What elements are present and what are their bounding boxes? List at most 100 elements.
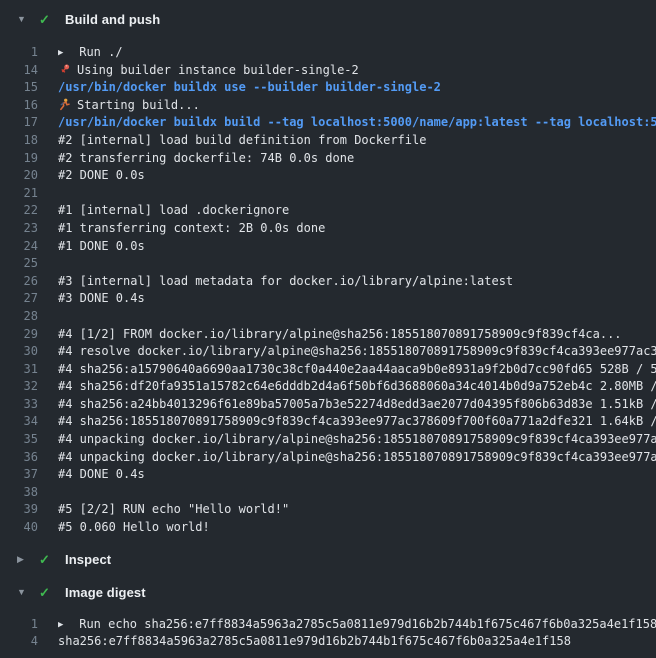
section-title: Build and push	[65, 12, 160, 27]
line-number[interactable]: 27	[0, 290, 38, 308]
log-text: #4 resolve docker.io/library/alpine@sha2…	[38, 343, 656, 361]
line-number[interactable]: 18	[0, 132, 38, 150]
log-text	[38, 185, 656, 203]
success-check-icon: ✓	[39, 13, 53, 26]
log-line: 21	[0, 185, 656, 203]
log-line: 35#4 unpacking docker.io/library/alpine@…	[0, 431, 656, 449]
log-line: 1▶ Run echo sha256:e7ff8834a5963a2785c5a…	[0, 616, 656, 634]
log-text: #4 unpacking docker.io/library/alpine@sh…	[38, 431, 656, 449]
log-text	[38, 308, 656, 326]
log-line: 31#4 sha256:a15790640a6690aa1730c38cf0a4…	[0, 361, 656, 379]
line-number[interactable]: 40	[0, 519, 38, 537]
log-text: /usr/bin/docker buildx build --tag local…	[38, 114, 656, 132]
log-line: 40#5 0.060 Hello world!	[0, 519, 656, 537]
line-number[interactable]: 14	[0, 62, 38, 80]
log-line: 29#4 [1/2] FROM docker.io/library/alpine…	[0, 326, 656, 344]
line-number[interactable]: 31	[0, 361, 38, 379]
line-number[interactable]: 26	[0, 273, 38, 291]
run-arrow-icon: ▶	[58, 45, 72, 62]
log-text: #3 [internal] load metadata for docker.i…	[38, 273, 656, 291]
line-number[interactable]: 39	[0, 501, 38, 519]
log-text: #5 [2/2] RUN echo "Hello world!"	[38, 501, 656, 519]
line-number[interactable]: 24	[0, 238, 38, 256]
log-lines: 1▶ Run echo sha256:e7ff8834a5963a2785c5a…	[0, 616, 656, 651]
success-check-icon: ✓	[39, 553, 53, 566]
log-line: 36#4 unpacking docker.io/library/alpine@…	[0, 449, 656, 467]
log-text: /usr/bin/docker buildx use --builder bui…	[38, 79, 656, 97]
line-number[interactable]: 21	[0, 185, 38, 203]
line-number[interactable]: 35	[0, 431, 38, 449]
line-number[interactable]: 37	[0, 466, 38, 484]
line-number[interactable]: 23	[0, 220, 38, 238]
chevron-down-icon[interactable]: ▼	[17, 588, 27, 597]
line-number[interactable]: 16	[0, 97, 38, 115]
log-text: Starting build...	[38, 97, 656, 115]
line-number[interactable]: 38	[0, 484, 38, 502]
log-text: Using builder instance builder-single-2	[38, 62, 656, 80]
runner-icon	[58, 98, 72, 111]
log-line: 38	[0, 484, 656, 502]
line-number[interactable]: 4	[0, 633, 38, 651]
line-number[interactable]: 30	[0, 343, 38, 361]
chevron-right-icon[interactable]: ▶	[17, 555, 27, 564]
log-line: 25	[0, 255, 656, 273]
line-number[interactable]: 1	[0, 616, 38, 634]
log-text: #4 sha256:a24bb4013296f61e89ba57005a7b3e…	[38, 396, 656, 414]
success-check-icon: ✓	[39, 586, 53, 599]
workflow-log-viewer: ▼✓Build and push1▶ Run ./14Using builder…	[0, 0, 656, 651]
log-line: 14Using builder instance builder-single-…	[0, 62, 656, 80]
log-line: 1▶ Run ./	[0, 44, 656, 62]
log-line: 19#2 transferring dockerfile: 74B 0.0s d…	[0, 150, 656, 168]
log-text: ▶ Run echo sha256:e7ff8834a5963a2785c5a0…	[38, 616, 656, 634]
line-number[interactable]: 34	[0, 413, 38, 431]
log-text: ▶ Run ./	[38, 44, 656, 62]
log-line: 34#4 sha256:185518070891758909c9f839cf4c…	[0, 413, 656, 431]
log-line: 15/usr/bin/docker buildx use --builder b…	[0, 79, 656, 97]
section-header[interactable]: ▼ ✓ Build and push	[0, 10, 656, 28]
log-text: #2 transferring dockerfile: 74B 0.0s don…	[38, 150, 656, 168]
run-arrow-icon: ▶	[58, 617, 72, 634]
log-text: #4 sha256:a15790640a6690aa1730c38cf0a440…	[38, 361, 656, 379]
log-text: #4 unpacking docker.io/library/alpine@sh…	[38, 449, 656, 467]
log-line: 26#3 [internal] load metadata for docker…	[0, 273, 656, 291]
log-line: 30#4 resolve docker.io/library/alpine@sh…	[0, 343, 656, 361]
log-line: 27#3 DONE 0.4s	[0, 290, 656, 308]
line-number[interactable]: 28	[0, 308, 38, 326]
log-text: #3 DONE 0.4s	[38, 290, 656, 308]
section-header[interactable]: ▶ ✓ Inspect	[0, 551, 656, 569]
log-text: #4 DONE 0.4s	[38, 466, 656, 484]
section-title: Image digest	[65, 585, 146, 600]
pushpin-icon	[58, 63, 72, 76]
line-number[interactable]: 25	[0, 255, 38, 273]
log-line: 17/usr/bin/docker buildx build --tag loc…	[0, 114, 656, 132]
line-number[interactable]: 19	[0, 150, 38, 168]
log-section: ▶ ✓ Inspect	[0, 551, 656, 569]
line-number[interactable]: 22	[0, 202, 38, 220]
line-number[interactable]: 17	[0, 114, 38, 132]
line-number[interactable]: 29	[0, 326, 38, 344]
log-line: 28	[0, 308, 656, 326]
log-line: 20#2 DONE 0.0s	[0, 167, 656, 185]
log-text: #2 DONE 0.0s	[38, 167, 656, 185]
section-title: Inspect	[65, 552, 111, 567]
log-line: 37#4 DONE 0.4s	[0, 466, 656, 484]
log-text: #4 sha256:df20fa9351a15782c64e6dddb2d4a6…	[38, 378, 656, 396]
log-text: #5 0.060 Hello world!	[38, 519, 656, 537]
log-text: #1 [internal] load .dockerignore	[38, 202, 656, 220]
line-number[interactable]: 20	[0, 167, 38, 185]
chevron-down-icon[interactable]: ▼	[17, 15, 27, 24]
line-number[interactable]: 32	[0, 378, 38, 396]
log-line: 4sha256:e7ff8834a5963a2785c5a0811e979d16…	[0, 633, 656, 651]
log-line: 22#1 [internal] load .dockerignore	[0, 202, 656, 220]
log-section: ▼ ✓ Image digest 1▶ Run echo sha256:e7ff883…	[0, 584, 656, 651]
log-section: ▼ ✓ Build and push 1▶ Run ./14Using builder…	[0, 10, 656, 537]
log-text	[38, 484, 656, 502]
log-line: 18#2 [internal] load build definition fr…	[0, 132, 656, 150]
log-text: sha256:e7ff8834a5963a2785c5a0811e979d16b…	[38, 633, 656, 651]
line-number[interactable]: 15	[0, 79, 38, 97]
section-header[interactable]: ▼ ✓ Image digest	[0, 584, 656, 602]
log-text	[38, 255, 656, 273]
line-number[interactable]: 1	[0, 44, 38, 62]
line-number[interactable]: 33	[0, 396, 38, 414]
line-number[interactable]: 36	[0, 449, 38, 467]
